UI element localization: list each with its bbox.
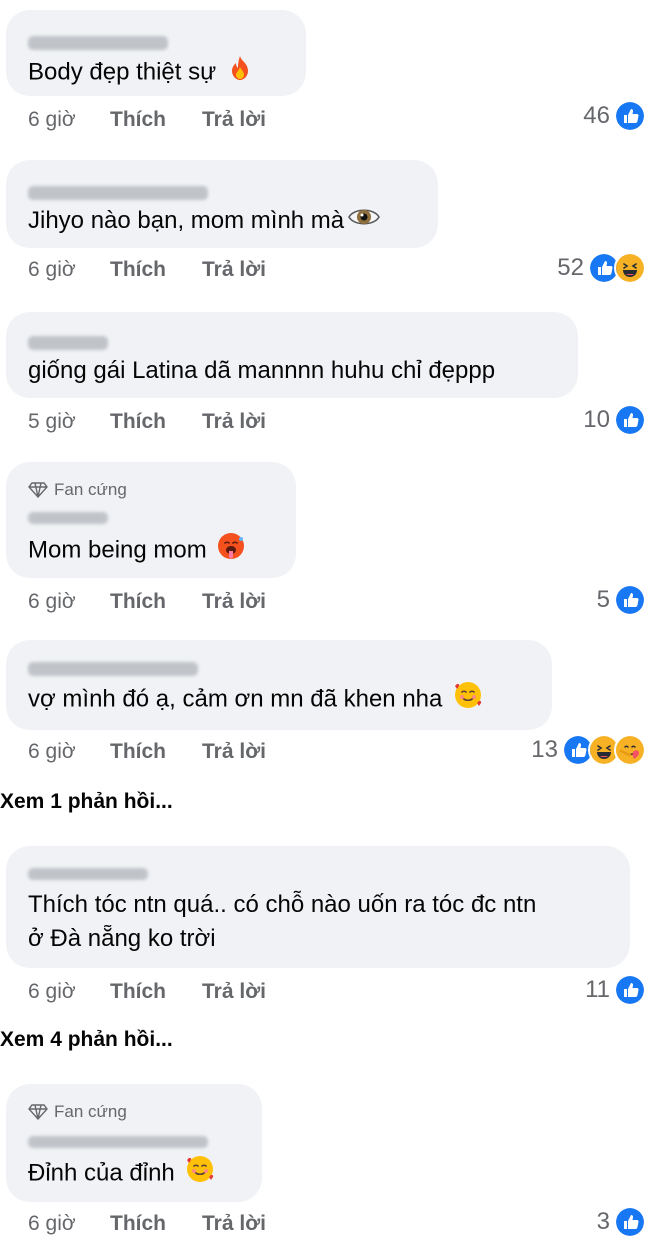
hot-face-icon (217, 532, 245, 570)
comment-meta: 6 giờ Thích Trả lời (28, 590, 266, 614)
author-name-blurred[interactable] (28, 868, 148, 880)
fan-badge: Fan cứng (28, 480, 127, 500)
comment-bubble[interactable]: vợ mình đó ạ, cảm ơn mn đã khen nha (6, 640, 552, 730)
haha-reaction-icon (614, 252, 646, 284)
like-button[interactable]: Thích (110, 258, 202, 282)
view-replies-link[interactable]: Xem 1 phản hồi... (0, 790, 173, 814)
comment-time[interactable]: 6 giờ (28, 108, 110, 132)
author-name-blurred[interactable] (28, 662, 198, 676)
reaction-summary[interactable]: 13 (531, 734, 646, 766)
comment-4: Fan cứng Mom being mom 6 giờ Thích Trả l… (0, 450, 660, 630)
reply-button[interactable]: Trả lời (202, 108, 266, 132)
comment-time[interactable]: 6 giờ (28, 1212, 110, 1236)
fan-badge: Fan cứng (28, 1102, 127, 1122)
care-reaction-icon (614, 734, 646, 766)
like-reaction-icon (614, 100, 646, 132)
comment-bubble[interactable]: giống gái Latina dã mannnn huhu chỉ đẹpp… (6, 312, 578, 398)
comment-text: Đỉnh của đỉnh (28, 1154, 240, 1194)
smiling-face-with-hearts-icon (453, 680, 483, 720)
reaction-summary[interactable]: 3 (597, 1206, 646, 1238)
author-name-blurred[interactable] (28, 512, 108, 524)
reaction-count: 3 (596, 1208, 610, 1235)
reply-button[interactable]: Trả lời (202, 590, 266, 614)
reaction-summary[interactable]: 52 (557, 252, 646, 284)
comment-bubble[interactable]: Body đẹp thiệt sự (6, 10, 306, 96)
reaction-count: 10 (583, 406, 610, 433)
comment-meta: 5 giờ Thích Trả lời (28, 410, 266, 434)
author-name-blurred[interactable] (28, 1136, 208, 1148)
comment-text: Thích tóc ntn quá.. có chỗ nào uốn ra tó… (28, 888, 608, 956)
eye-icon (348, 205, 381, 239)
comment-text-line: Thích tóc ntn quá.. có chỗ nào uốn ra tó… (28, 891, 537, 918)
comment-text: Body đẹp thiệt sự (28, 54, 284, 92)
diamond-icon (28, 1104, 48, 1120)
reply-button[interactable]: Trả lời (202, 258, 266, 282)
comment-meta: 6 giờ Thích Trả lời (28, 1212, 266, 1236)
comment-meta: 6 giờ Thích Trả lời (28, 980, 266, 1004)
reply-button[interactable]: Trả lời (202, 1212, 266, 1236)
like-button[interactable]: Thích (110, 740, 202, 764)
fan-badge-label: Fan cứng (54, 480, 127, 499)
like-button[interactable]: Thích (110, 980, 202, 1004)
fan-badge-label: Fan cứng (54, 1102, 127, 1121)
comment-text: vợ mình đó ạ, cảm ơn mn đã khen nha (28, 680, 530, 720)
comment-time[interactable]: 6 giờ (28, 258, 110, 282)
comment-time[interactable]: 5 giờ (28, 410, 110, 434)
like-reaction-icon (614, 584, 646, 616)
reaction-count: 11 (585, 976, 610, 1003)
like-button[interactable]: Thích (110, 590, 202, 614)
comment-1: Body đẹp thiệt sự 6 giờ Thích Trả lời 46 (0, 0, 660, 150)
view-replies-link[interactable]: Xem 4 phản hồi... (0, 1028, 173, 1052)
like-button[interactable]: Thích (110, 108, 202, 132)
comment-meta: 6 giờ Thích Trả lời (28, 108, 266, 132)
reply-button[interactable]: Trả lời (202, 410, 266, 434)
comment-time[interactable]: 6 giờ (28, 590, 110, 614)
reaction-summary[interactable]: 11 (585, 974, 646, 1006)
author-name-blurred[interactable] (28, 36, 168, 50)
comment-bubble[interactable]: Fan cứng Mom being mom (6, 462, 296, 578)
comment-5: vợ mình đó ạ, cảm ơn mn đã khen nha 6 gi… (0, 630, 660, 790)
comment-3: giống gái Latina dã mannnn huhu chỉ đẹpp… (0, 300, 660, 450)
comment-text: Jihyo nào bạn, mom mình mà (28, 204, 416, 239)
like-reaction-icon (614, 404, 646, 436)
comment-text: Mom being mom (28, 532, 274, 570)
reaction-count: 52 (557, 254, 584, 281)
reaction-summary[interactable]: 10 (583, 404, 646, 436)
comment-text: giống gái Latina dã mannnn huhu chỉ đẹpp… (28, 357, 496, 384)
comment-time[interactable]: 6 giờ (28, 740, 110, 764)
like-reaction-icon (614, 974, 646, 1006)
comment-text-line: ở Đà nẵng ko trời (28, 925, 216, 952)
comment-2: Jihyo nào bạn, mom mình mà 6 giờ Thích T… (0, 150, 660, 300)
reply-button[interactable]: Trả lời (202, 740, 266, 764)
author-name-blurred[interactable] (28, 186, 208, 200)
fire-icon (227, 54, 253, 92)
comment-bubble[interactable]: Jihyo nào bạn, mom mình mà (6, 160, 438, 248)
reply-button[interactable]: Trả lời (202, 980, 266, 1004)
comment-meta: 6 giờ Thích Trả lời (28, 740, 266, 764)
comment-bubble[interactable]: Fan cứng Đỉnh của đỉnh (6, 1084, 262, 1202)
reaction-count: 5 (596, 586, 610, 613)
comment-6: Thích tóc ntn quá.. có chỗ nào uốn ra tó… (0, 836, 660, 1026)
comment-7: Fan cứng Đỉnh của đỉnh 6 giờ Thích Trả l… (0, 1074, 660, 1238)
reaction-count: 46 (583, 102, 610, 129)
author-name-blurred[interactable] (28, 336, 108, 350)
reaction-summary[interactable]: 46 (583, 100, 646, 132)
diamond-icon (28, 482, 48, 498)
reaction-summary[interactable]: 5 (597, 584, 646, 616)
like-reaction-icon (614, 1206, 646, 1238)
like-button[interactable]: Thích (110, 1212, 202, 1236)
like-button[interactable]: Thích (110, 410, 202, 434)
comment-meta: 6 giờ Thích Trả lời (28, 258, 266, 282)
reaction-count: 13 (531, 736, 558, 763)
smiling-face-with-hearts-icon (185, 1154, 215, 1194)
comment-bubble[interactable]: Thích tóc ntn quá.. có chỗ nào uốn ra tó… (6, 846, 630, 968)
comment-time[interactable]: 6 giờ (28, 980, 110, 1004)
